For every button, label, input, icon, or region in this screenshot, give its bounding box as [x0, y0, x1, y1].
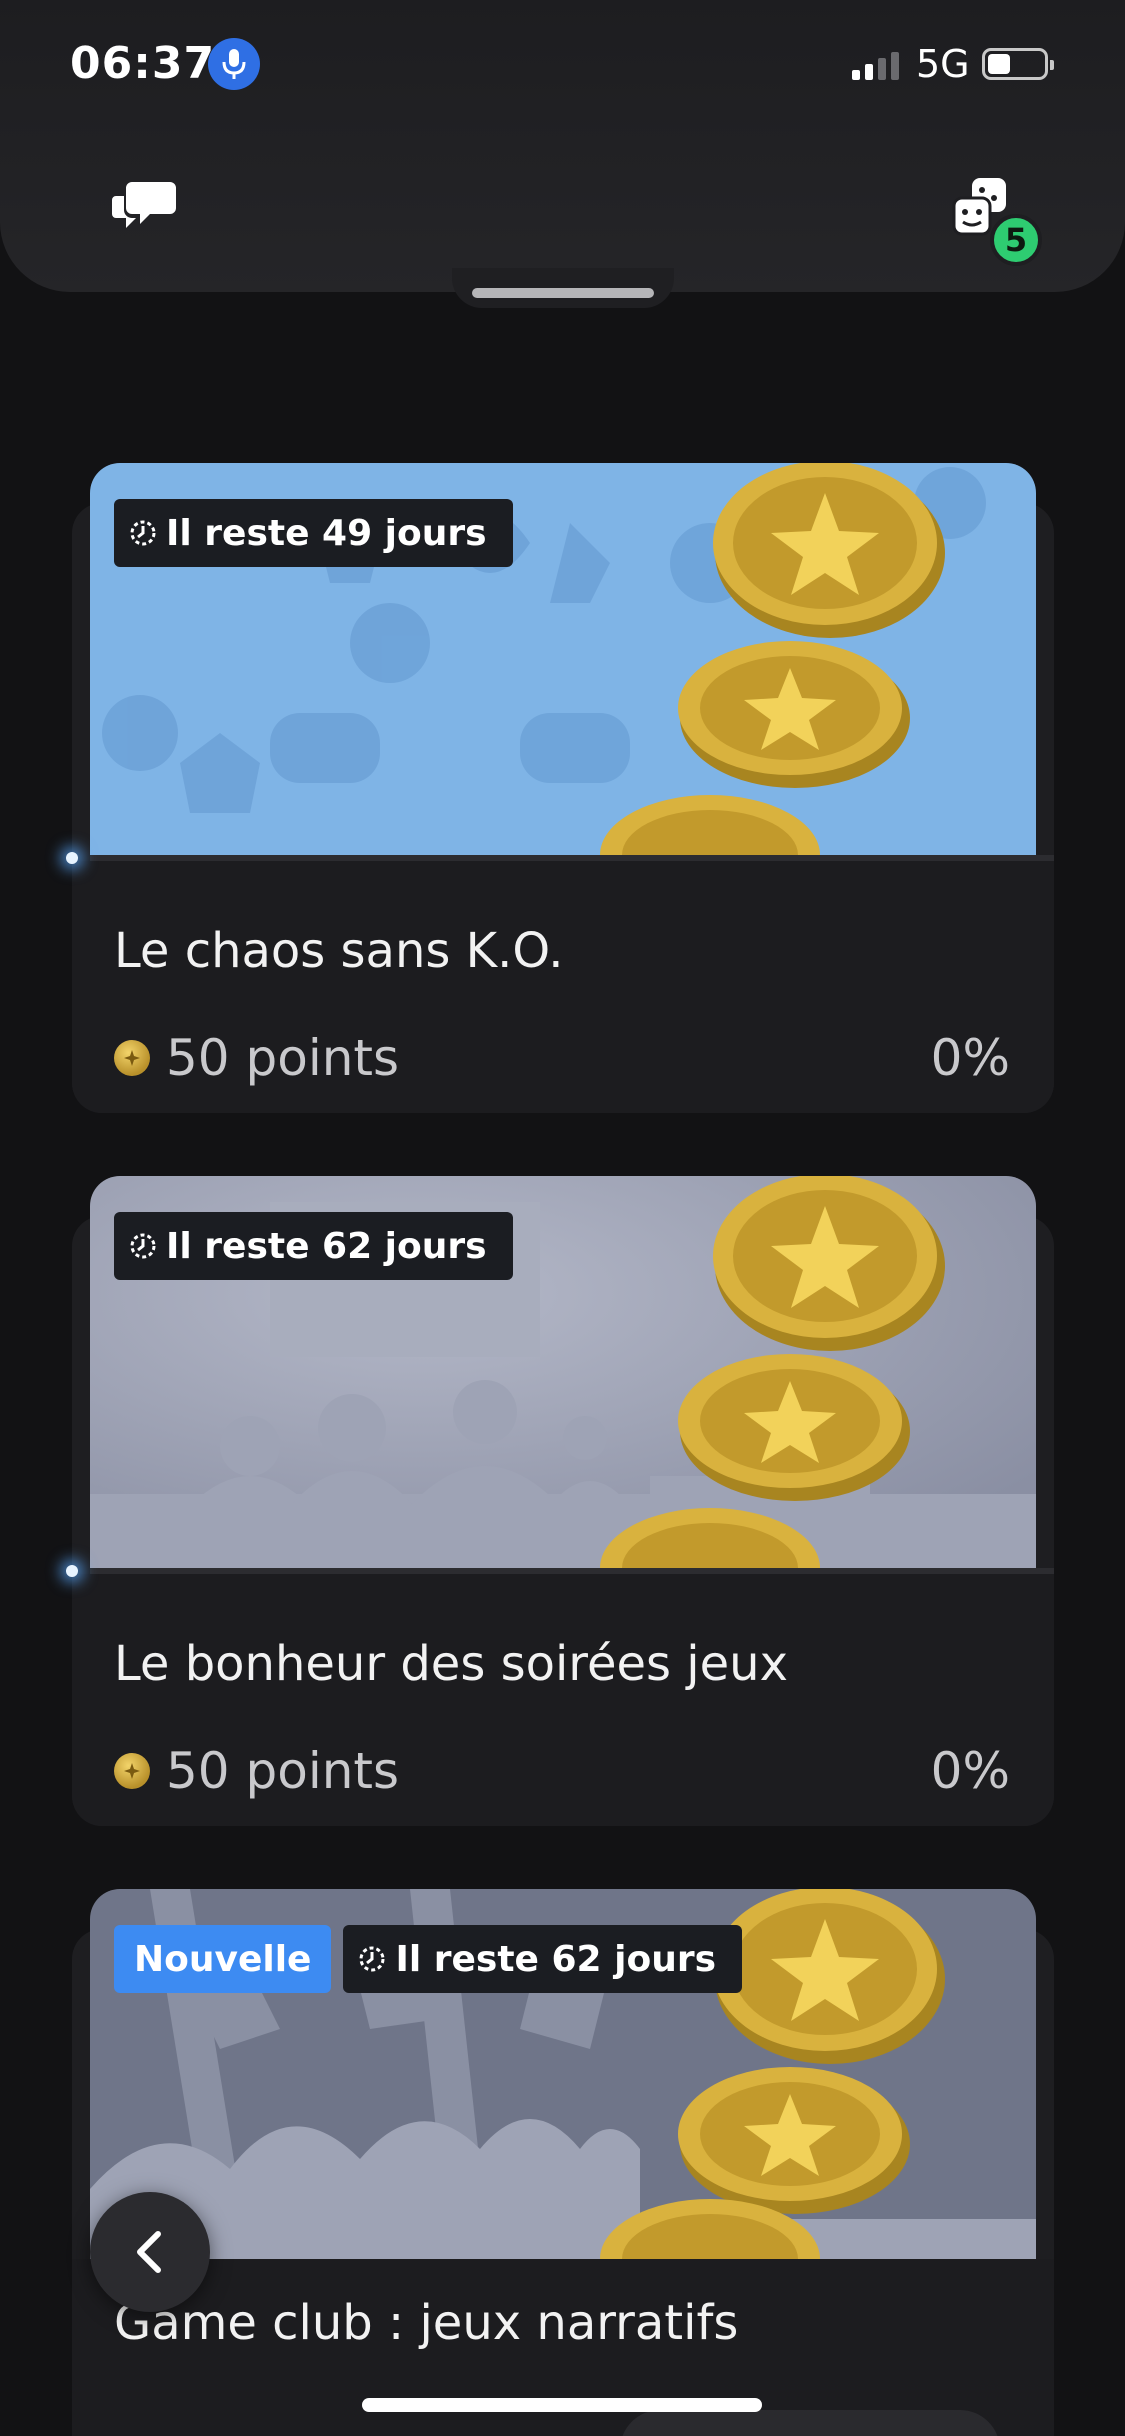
time-left-text: Il reste 62 jours — [395, 1938, 717, 1980]
notification-count-badge: 5 — [990, 214, 1042, 266]
status-bar: 06:37 5G — [0, 0, 1125, 130]
challenge-title: Game club : jeux narratifs — [114, 2295, 739, 2351]
time-left-badge: Il reste 62 jours — [114, 1212, 513, 1280]
time-left-badge: Il reste 62 jours — [343, 1925, 743, 1993]
bottom-sheet-peek[interactable] — [620, 2410, 1000, 2436]
time-left-text: Il reste 62 jours — [166, 1225, 487, 1267]
challenge-info: Le chaos sans K.O. 50 points 0% — [72, 861, 1054, 1113]
coin-icon — [114, 1753, 150, 1789]
challenge-card[interactable]: Nouvelle Il reste 62 jours Game club : j… — [72, 1889, 1054, 2436]
challenge-info: Le bonheur des soirées jeux 50 points 0% — [72, 1574, 1054, 1826]
challenge-title: Le bonheur des soirées jeux — [114, 1636, 788, 1692]
challenge-card[interactable]: Il reste 49 jours Le chaos sans K.O. 50 … — [72, 463, 1054, 1113]
network-type: 5G — [916, 42, 970, 86]
time-left-text: Il reste 49 jours — [166, 512, 487, 554]
chevron-left-icon — [137, 2231, 161, 2273]
microphone-icon — [208, 38, 260, 90]
coin-icon — [114, 1040, 150, 1076]
timer-icon — [130, 520, 156, 546]
cellular-signal-icon — [852, 50, 899, 80]
timer-icon — [130, 1233, 156, 1259]
unread-indicator — [66, 852, 78, 864]
challenge-points: 50 points — [166, 1029, 400, 1087]
unread-indicator — [66, 1565, 78, 1577]
challenge-card[interactable]: Il reste 62 jours Le bonheur des soirées… — [72, 1176, 1054, 1826]
challenge-points: 50 points — [166, 1742, 400, 1800]
battery-icon — [982, 48, 1054, 80]
challenge-tags: Il reste 62 jours — [114, 1212, 513, 1280]
status-time: 06:37 — [70, 38, 216, 89]
sheet-grabber[interactable] — [472, 288, 654, 298]
home-indicator[interactable] — [362, 2398, 762, 2412]
challenge-tags: Nouvelle Il reste 62 jours — [114, 1925, 743, 1993]
chat-bubbles-icon[interactable] — [104, 168, 184, 248]
time-left-badge: Il reste 49 jours — [114, 499, 513, 567]
new-badge: Nouvelle — [114, 1925, 332, 1993]
challenge-progress: 0% — [930, 1029, 1010, 1087]
challenge-tags: Il reste 49 jours — [114, 499, 513, 567]
challenge-title: Le chaos sans K.O. — [114, 923, 564, 979]
back-button[interactable] — [90, 2192, 210, 2312]
timer-icon — [359, 1946, 385, 1972]
challenge-progress: 0% — [930, 1742, 1010, 1800]
